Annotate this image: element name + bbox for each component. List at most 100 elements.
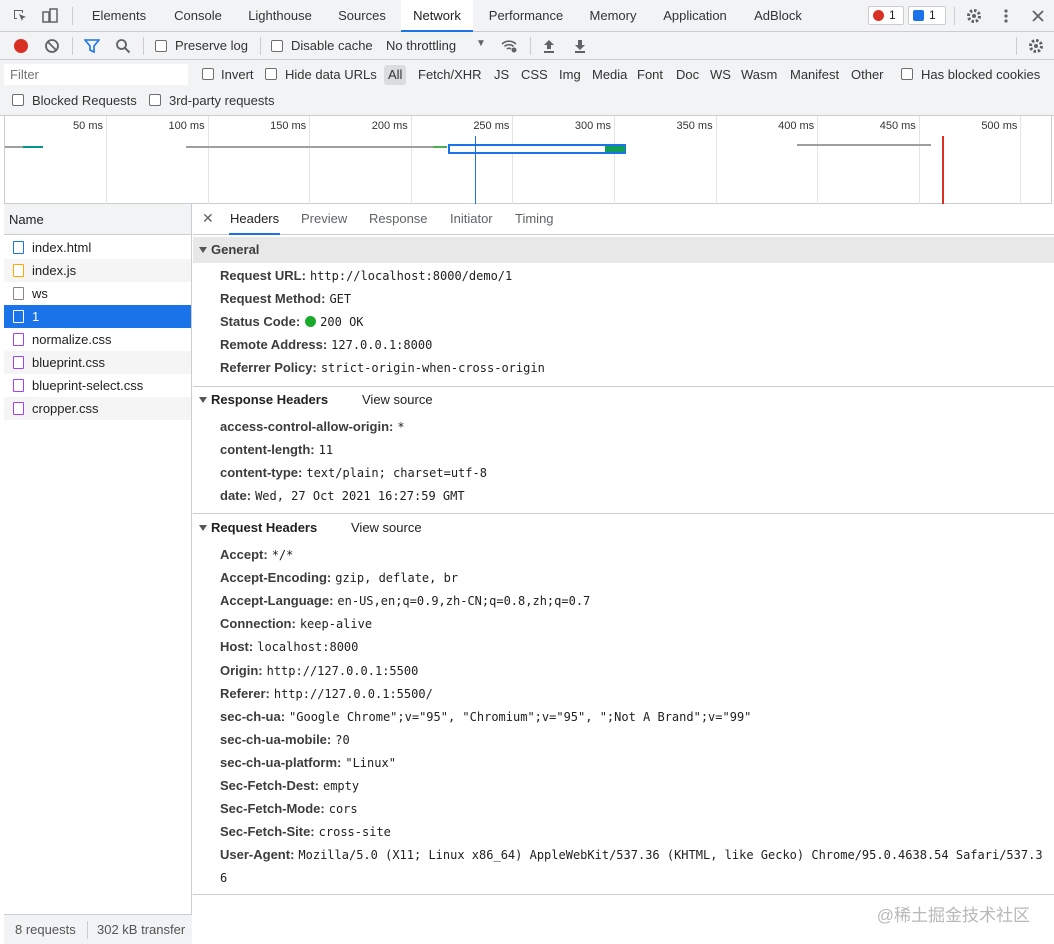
has-blocked-cookies-checkbox[interactable]	[901, 68, 913, 80]
tab-network[interactable]: Network	[401, 0, 473, 32]
tab-memory[interactable]: Memory	[578, 0, 648, 32]
device-toolbar-icon[interactable]	[42, 8, 58, 24]
network-settings-gear-icon[interactable]	[1028, 38, 1044, 54]
stylesheet-icon	[13, 356, 24, 369]
preserve-log-checkbox[interactable]	[155, 40, 167, 52]
filter-type-ws[interactable]: WS	[706, 65, 735, 85]
tab-sources[interactable]: Sources	[327, 0, 397, 32]
section-divider	[193, 513, 1054, 514]
detail-tab-initiator[interactable]: Initiator	[450, 204, 493, 235]
import-har-icon[interactable]	[541, 38, 557, 54]
network-toolbar: Preserve log Disable cache No throttling…	[0, 32, 1054, 60]
filter-type-css[interactable]: CSS	[517, 65, 552, 85]
request-headers-section-header[interactable]: Request Headers View source	[193, 515, 1054, 541]
detail-tab-response[interactable]: Response	[369, 204, 428, 235]
header-value: gzip, deflate, br	[335, 571, 459, 586]
request-view-source-link[interactable]: View source	[351, 515, 422, 541]
filter-type-all[interactable]: All	[384, 65, 407, 85]
request-bar	[5, 146, 23, 148]
error-badge[interactable]: 1	[868, 6, 904, 25]
header-row: Sec-Fetch-Site: cross-site	[220, 822, 391, 842]
header-key: Referrer Policy:	[220, 360, 317, 375]
invert-checkbox[interactable]	[202, 68, 214, 80]
tab-performance[interactable]: Performance	[476, 0, 576, 32]
timeline-gridline	[614, 116, 615, 204]
timeline-tick-label: 50 ms	[73, 120, 103, 132]
collapse-triangle-icon	[199, 247, 207, 253]
timeline-tick-label: 200 ms	[371, 120, 408, 132]
record-icon[interactable]	[13, 38, 29, 54]
filter-type-doc[interactable]: Doc	[672, 65, 703, 85]
request-row[interactable]: blueprint.css	[4, 351, 191, 374]
detail-tab-timing[interactable]: Timing	[515, 204, 554, 235]
request-row[interactable]: index.js	[4, 259, 191, 282]
third-party-requests-checkbox[interactable]	[149, 94, 161, 106]
disable-cache-checkbox[interactable]	[271, 40, 283, 52]
filter-type-wasm[interactable]: Wasm	[737, 65, 781, 85]
header-key: content-type:	[220, 465, 303, 480]
header-value: cors	[328, 802, 358, 817]
export-har-icon[interactable]	[572, 38, 588, 54]
general-section-header[interactable]: General	[193, 237, 1054, 263]
request-row[interactable]: 1	[4, 305, 191, 328]
throttling-select[interactable]: No throttling	[386, 38, 456, 53]
request-row[interactable]: cropper.css	[4, 397, 191, 420]
filter-type-manifest[interactable]: Manifest	[786, 65, 843, 85]
settings-gear-icon[interactable]	[966, 8, 982, 24]
detail-tab-preview[interactable]: Preview	[301, 204, 347, 235]
timeline-tick-label: 350 ms	[676, 120, 713, 132]
network-overview-timeline[interactable]: 50 ms 100 ms 150 ms 200 ms 250 ms 300 ms 350 m…	[4, 116, 1052, 204]
blocked-requests-checkbox[interactable]	[12, 94, 24, 106]
devtools-tabbar: Elements Console Lighthouse Sources Network P…	[0, 0, 1054, 32]
filter-type-font[interactable]: Font	[633, 65, 667, 85]
close-devtools-icon[interactable]	[1030, 8, 1046, 24]
request-details-pane: ✕ Headers Preview Response Initiator Timing …	[193, 204, 1054, 944]
name-column-header[interactable]: Name	[4, 204, 191, 235]
request-headers-title: Request Headers	[211, 520, 318, 535]
filter-bar: Invert Hide data URLs All Fetch/XHRJSCSSI…	[0, 60, 1054, 116]
clear-icon[interactable]	[44, 38, 60, 54]
filter-type-media[interactable]: Media	[588, 65, 631, 85]
tab-console[interactable]: Console	[162, 0, 234, 32]
header-key: Sec-Fetch-Site:	[220, 824, 315, 840]
header-row: Sec-Fetch-Mode: cors	[220, 799, 358, 819]
filter-type-img[interactable]: Img	[555, 65, 585, 85]
tab-adblock[interactable]: AdBlock	[741, 0, 815, 32]
more-options-icon[interactable]	[998, 8, 1014, 24]
inspect-element-icon[interactable]	[12, 8, 28, 24]
search-icon[interactable]	[115, 38, 131, 54]
filter-icon[interactable]	[83, 38, 101, 54]
hide-data-urls-checkbox[interactable]	[265, 68, 277, 80]
request-name: blueprint-select.css	[32, 378, 144, 393]
header-value: cross-site	[318, 825, 391, 840]
header-key: Sec-Fetch-Dest:	[220, 778, 319, 793]
filter-type-fetch-xhr[interactable]: Fetch/XHR	[414, 65, 486, 85]
header-key: Remote Address:	[220, 337, 328, 352]
message-badge[interactable]: 1	[908, 6, 946, 25]
header-value: text/plain; charset=utf-8	[306, 466, 487, 480]
response-headers-section-header[interactable]: Response Headers View source	[193, 387, 1054, 413]
filter-type-js[interactable]: JS	[490, 65, 513, 85]
close-details-icon[interactable]: ✕	[202, 210, 214, 227]
detail-tab-headers[interactable]: Headers	[229, 204, 281, 235]
request-row[interactable]: index.html	[4, 236, 191, 259]
request-row[interactable]: blueprint-select.css	[4, 374, 191, 397]
header-row: Accept-Encoding: gzip, deflate, br	[220, 568, 458, 588]
blocked-requests-label: Blocked Requests	[32, 93, 137, 108]
tab-lighthouse[interactable]: Lighthouse	[237, 0, 323, 32]
message-count: 1	[929, 8, 936, 22]
filter-input[interactable]	[4, 64, 188, 85]
request-bar	[433, 146, 447, 148]
request-row[interactable]: ws	[4, 282, 191, 305]
tab-application[interactable]: Application	[651, 0, 739, 32]
request-row[interactable]: normalize.css	[4, 328, 191, 351]
timeline-tick-label: 450 ms	[879, 120, 916, 132]
network-conditions-icon[interactable]	[500, 38, 517, 54]
request-name: normalize.css	[32, 332, 112, 347]
throttling-dropdown-arrow-icon[interactable]: ▼	[476, 38, 486, 49]
separator	[260, 37, 261, 55]
header-row: Referer: http://127.0.0.1:5500/	[220, 684, 433, 704]
filter-type-other[interactable]: Other	[847, 65, 888, 85]
tab-elements[interactable]: Elements	[80, 0, 158, 32]
response-view-source-link[interactable]: View source	[362, 387, 433, 413]
